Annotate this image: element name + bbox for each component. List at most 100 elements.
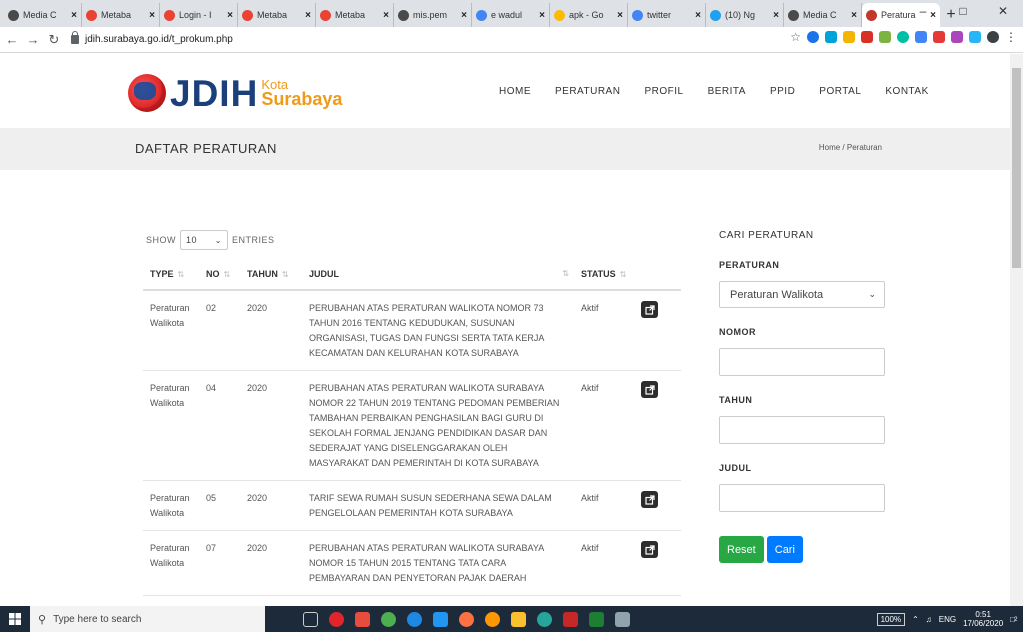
menu-kebab-icon[interactable]: ⋮ xyxy=(1005,30,1017,44)
hp-extension-icon[interactable] xyxy=(807,31,819,43)
minimize-button[interactable]: – xyxy=(903,0,943,22)
external-link-icon xyxy=(644,494,655,505)
app-icon[interactable] xyxy=(355,611,370,627)
taskbar-search-input[interactable]: ⚲ Type here to search xyxy=(30,606,265,632)
page-title: DAFTAR PERATURAN xyxy=(135,141,277,156)
nav-item-ppid[interactable]: PPID xyxy=(770,86,795,97)
tray-arrow-icon[interactable]: ⌃ xyxy=(912,615,919,624)
judul-input[interactable] xyxy=(719,484,885,512)
site-logo[interactable]: JDIH Kota Surabaya xyxy=(128,74,342,112)
tab-close-icon[interactable]: × xyxy=(71,10,77,21)
browser-tab[interactable]: twitter × xyxy=(628,3,706,27)
browser-tab-bar: Media C × Metaba × Login - I × Metaba × Metaba × m… xyxy=(0,0,1023,27)
browser-tab[interactable]: Metaba × xyxy=(316,3,394,27)
column-header-status[interactable]: STATUS ⇅ xyxy=(574,262,634,291)
tab-title: (10) Ng xyxy=(725,10,756,20)
tab-close-icon[interactable]: × xyxy=(851,10,857,21)
back-icon[interactable]: ← xyxy=(3,32,21,47)
open-link-button[interactable] xyxy=(641,381,658,398)
notification-icon[interactable]: □ 2 xyxy=(1010,615,1017,624)
tab-close-icon[interactable]: × xyxy=(227,10,233,21)
breadcrumb[interactable]: Home / Peraturan xyxy=(819,143,882,152)
extension-icon[interactable] xyxy=(933,31,945,43)
mail-icon[interactable] xyxy=(433,611,448,627)
open-link-button[interactable] xyxy=(641,491,658,508)
extension-icon[interactable] xyxy=(825,31,837,43)
tab-title: Login - I xyxy=(179,10,212,20)
open-link-button[interactable] xyxy=(641,541,658,558)
browser-tab[interactable]: Login - I × xyxy=(160,3,238,27)
lang-indicator[interactable]: ENG xyxy=(939,615,956,624)
column-header-no[interactable]: NO ⇅ xyxy=(199,262,240,291)
close-window-button[interactable]: ✕ xyxy=(983,0,1023,22)
tahun-input[interactable] xyxy=(719,416,885,444)
zoom-indicator[interactable]: 100% xyxy=(876,612,906,626)
browser-tab[interactable]: apk - Go × xyxy=(550,3,628,27)
browser-tab[interactable]: Media C × xyxy=(4,3,82,27)
windows-start-icon[interactable] xyxy=(0,606,30,632)
excel-icon[interactable] xyxy=(589,611,604,627)
app-icon[interactable] xyxy=(615,611,630,627)
tab-close-icon[interactable]: × xyxy=(461,10,467,21)
peraturan-select[interactable]: Peraturan Walikota ⌄ xyxy=(719,281,885,308)
extension-icon[interactable] xyxy=(879,31,891,43)
browser-tab[interactable]: Metaba × xyxy=(238,3,316,27)
app-icon[interactable] xyxy=(485,611,500,627)
nav-item-portal[interactable]: PORTAL xyxy=(819,86,861,97)
firefox-icon[interactable] xyxy=(459,611,474,627)
extension-icon[interactable] xyxy=(915,31,927,43)
tab-close-icon[interactable]: × xyxy=(305,10,311,21)
browser-tab[interactable]: e wadul × xyxy=(472,3,550,27)
reset-button[interactable]: Reset xyxy=(719,536,764,563)
tab-close-icon[interactable]: × xyxy=(149,10,155,21)
star-icon[interactable]: ☆ xyxy=(790,30,801,44)
app-icon[interactable] xyxy=(537,611,552,627)
nomor-input[interactable] xyxy=(719,348,885,376)
tab-close-icon[interactable]: × xyxy=(617,10,623,21)
scrollbar-thumb[interactable] xyxy=(1012,68,1021,268)
tab-favicon-icon xyxy=(554,9,565,21)
column-header-tahun[interactable]: TAHUN ⇅ xyxy=(240,262,302,291)
tab-strip: Media C × Metaba × Login - I × Metaba × Metaba × m… xyxy=(4,3,940,27)
nav-item-profil[interactable]: PROFIL xyxy=(644,86,683,97)
tab-close-icon[interactable]: × xyxy=(383,10,389,21)
tab-close-icon[interactable]: × xyxy=(695,10,701,21)
volume-icon[interactable]: ♫ xyxy=(926,615,932,624)
extension-icon[interactable] xyxy=(897,31,909,43)
edge-icon[interactable] xyxy=(407,611,422,627)
nav-item-peraturan[interactable]: PERATURAN xyxy=(555,86,620,97)
nav-item-home[interactable]: HOME xyxy=(499,86,531,97)
entries-select[interactable]: 10 ⌄ xyxy=(180,230,228,250)
reload-icon[interactable]: ↻ xyxy=(45,32,63,48)
nav-item-berita[interactable]: BERITA xyxy=(708,86,746,97)
acrobat-icon[interactable] xyxy=(563,611,578,627)
chrome-icon[interactable] xyxy=(381,611,396,627)
browser-tab[interactable]: (10) Ng × xyxy=(706,3,784,27)
profile-avatar-icon[interactable] xyxy=(987,31,999,43)
extension-icon[interactable] xyxy=(861,31,873,43)
column-header-type[interactable]: TYPE ⇅ xyxy=(143,262,199,291)
browser-tab[interactable]: Media C × xyxy=(784,3,862,27)
clock[interactable]: 0:51 17/06/2020 xyxy=(963,610,1003,628)
column-header-judul[interactable]: JUDUL ⇅ xyxy=(302,262,574,291)
url-field[interactable]: jdih.surabaya.go.id/t_prokum.php xyxy=(71,30,771,50)
table-row: Peraturan Walikota 05 2020 TARIF SEWA RUMAH… xyxy=(143,480,681,531)
opera-icon[interactable] xyxy=(329,611,344,627)
tab-title: e wadul xyxy=(491,10,523,20)
nav-item-kontak[interactable]: KONTAK xyxy=(885,86,928,97)
forward-icon[interactable]: → xyxy=(24,32,42,47)
task-view-icon[interactable] xyxy=(303,611,318,627)
page-scrollbar[interactable] xyxy=(1010,54,1023,606)
maximize-button[interactable]: □ xyxy=(943,0,983,22)
cell-tahun: 2020 xyxy=(240,530,302,596)
file-explorer-icon[interactable] xyxy=(511,611,526,627)
browser-tab[interactable]: mis.pem × xyxy=(394,3,472,27)
extension-icon[interactable] xyxy=(951,31,963,43)
search-button[interactable]: Cari xyxy=(766,536,803,563)
open-link-button[interactable] xyxy=(641,301,658,318)
tab-close-icon[interactable]: × xyxy=(773,10,779,21)
browser-tab[interactable]: Metaba × xyxy=(82,3,160,27)
extension-icon[interactable] xyxy=(843,31,855,43)
extension-icon[interactable] xyxy=(969,31,981,43)
tab-close-icon[interactable]: × xyxy=(539,10,545,21)
